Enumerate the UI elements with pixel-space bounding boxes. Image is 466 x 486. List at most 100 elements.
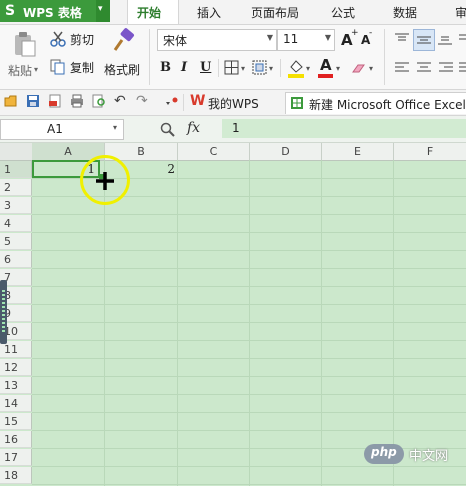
menu-bar: S WPS 表格 ▾ 开始 插入 页面布局 公式 数据 审 [0,0,466,25]
row-header[interactable]: 3 [0,197,32,214]
ribbon-separator [149,29,150,85]
align-right-icon[interactable] [438,61,454,75]
export-pdf-icon[interactable] [48,94,62,108]
row-header[interactable]: 15 [0,413,32,430]
scissors-icon [50,31,66,47]
formula-input[interactable]: 1 [222,119,466,138]
chevron-down-icon[interactable]: ▾ [269,64,273,73]
name-box[interactable]: A1 ▾ [0,119,124,140]
tab-insert[interactable]: 插入 [197,4,221,21]
row-header[interactable]: 12 [0,359,32,376]
customize-toolbar-icon[interactable] [165,97,181,107]
align-top-icon[interactable] [394,32,410,46]
chevron-down-icon[interactable]: ▾ [241,64,245,73]
redo-icon[interactable]: ↷ [136,93,148,109]
tab-page-layout[interactable]: 页面布局 [251,4,299,21]
paste-button[interactable]: 粘贴 ▾ [8,29,42,85]
italic-button[interactable]: I [181,60,187,75]
row-header[interactable]: 1 [0,161,32,178]
app-menu-button[interactable]: S WPS 表格 ▾ [0,0,110,22]
save-icon[interactable] [26,94,40,108]
wrap-text-icon[interactable] [458,32,466,46]
column-header-d[interactable]: D [250,143,322,160]
column-header-row: A B C D E F [0,143,466,161]
clipboard-icon [15,32,36,57]
toolbar-separator [183,94,184,111]
gridline [104,160,105,486]
wps-w-icon: W [190,93,206,109]
format-painter-button[interactable]: 格式刷 [104,28,140,84]
column-header-e[interactable]: E [322,143,394,160]
borders-icon[interactable] [224,60,240,76]
underline-button[interactable]: U [200,60,211,75]
chevron-down-icon: ▾ [34,65,39,74]
gridline [177,160,178,486]
row-header[interactable]: 16 [0,431,32,448]
copy-icon [50,59,65,75]
tab-data[interactable]: 数据 [393,4,417,21]
chevron-down-icon: ▾ [98,4,103,14]
fill-color-icon[interactable] [287,58,305,78]
tab-home[interactable]: 开始 [127,0,179,24]
cut-label: 剪切 [70,33,95,47]
row-header[interactable]: 6 [0,251,32,268]
insert-function-button[interactable]: fx [187,120,200,136]
ribbon: 粘贴 ▾ 剪切 复制 格式刷 宋体 ▼ 11 ▼ A + A - B I U ▾… [0,25,466,90]
column-header-f[interactable]: F [394,143,466,160]
bold-button[interactable]: B [160,60,171,75]
align-center-icon[interactable] [416,61,432,75]
spreadsheet-grid[interactable]: A B C D E F 1 2 3 4 5 6 7 8 9 10 11 12 1… [0,143,466,486]
row-header[interactable]: 18 [0,467,32,484]
merge-cells-icon[interactable] [252,60,268,76]
chevron-down-icon: ▼ [324,33,331,42]
zoom-icon[interactable] [160,122,176,138]
increase-font-button[interactable]: A + [340,28,359,50]
chevron-down-icon: ▾ [113,123,118,132]
gridline [249,160,250,486]
chevron-down-icon[interactable]: ▾ [336,64,340,73]
row-header[interactable]: 14 [0,395,32,412]
font-size-value: 11 [283,32,299,46]
row-header[interactable]: 17 [0,449,32,466]
ribbon-separator [218,59,219,77]
gridline [321,160,322,486]
tab-my-wps[interactable]: W 我的WPS [188,92,280,113]
print-icon[interactable] [70,94,84,108]
copy-button[interactable]: 复制 [50,58,100,76]
row-header[interactable]: 13 [0,377,32,394]
chevron-down-icon: ▼ [266,33,273,42]
undo-icon[interactable]: ↶ [114,93,126,109]
tab-review[interactable]: 审 [455,4,466,21]
align-middle-icon [417,36,431,44]
format-painter-label: 格式刷 [104,63,141,77]
decrease-font-button[interactable]: A - [360,28,376,52]
minus-icon: - [369,28,373,38]
row-header[interactable]: 2 [0,179,32,196]
formula-input-value: 1 [232,121,240,135]
chevron-down-icon[interactable]: ▾ [306,64,310,73]
chevron-down-icon[interactable]: ▾ [369,64,373,73]
row-header[interactable]: 4 [0,215,32,232]
font-color-button[interactable]: A [318,56,334,78]
wps-logo-icon: S [5,3,16,19]
cut-button[interactable]: 剪切 [50,30,100,48]
column-header-c[interactable]: C [178,143,250,160]
clear-format-icon[interactable] [352,62,366,74]
justify-icon[interactable] [458,61,466,75]
print-preview-icon[interactable] [92,94,106,108]
align-left-icon[interactable] [394,61,410,75]
font-size-select[interactable]: 11 ▼ [277,29,335,51]
formula-bar: A1 ▾ fx 1 [0,116,466,143]
select-all-corner[interactable] [0,143,33,160]
font-name-select[interactable]: 宋体 ▼ [157,29,277,51]
app-menu-dropdown[interactable]: ▾ [96,0,110,22]
tab-workbook[interactable]: 新建 Microsoft Office Excel [285,92,466,114]
ribbon-separator [280,59,281,77]
row-header[interactable]: 5 [0,233,32,250]
php-logo-icon: php [364,444,404,464]
align-bottom-icon[interactable] [437,32,453,46]
align-middle-button[interactable] [413,29,435,51]
tab-formulas[interactable]: 公式 [331,4,355,21]
open-folder-icon[interactable] [4,94,18,108]
paintbrush-icon [113,28,134,51]
